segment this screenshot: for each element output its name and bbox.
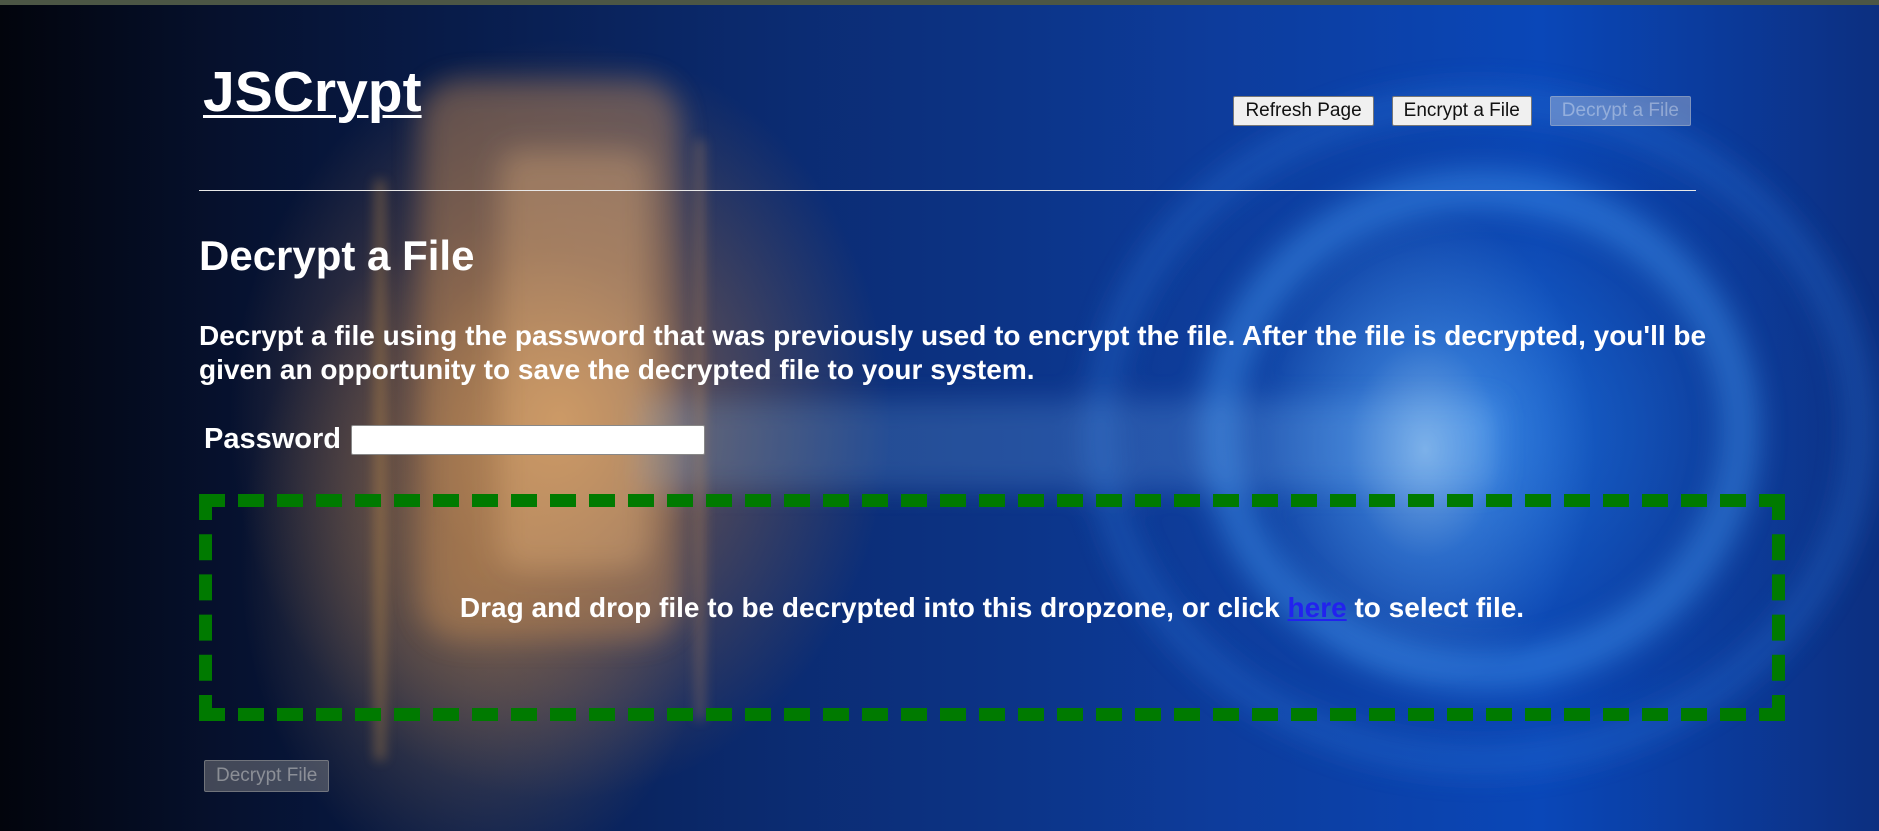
password-label: Password bbox=[204, 423, 341, 455]
page-description: Decrypt a file using the password that w… bbox=[199, 320, 1707, 385]
dropzone-text-before: Drag and drop file to be decrypted into … bbox=[459, 591, 1288, 623]
top-navigation: Refresh Page Encrypt a File Decrypt a Fi… bbox=[1233, 96, 1691, 126]
encrypt-file-nav-button[interactable]: Encrypt a File bbox=[1391, 96, 1532, 126]
decrypt-file-nav-button: Decrypt a File bbox=[1549, 96, 1691, 126]
password-input[interactable] bbox=[351, 424, 705, 455]
header-divider bbox=[199, 190, 1696, 191]
file-dropzone[interactable]: Drag and drop file to be decrypted into … bbox=[199, 494, 1785, 721]
window-top-strip bbox=[0, 0, 1879, 5]
dropzone-instructions: Drag and drop file to be decrypted into … bbox=[460, 592, 1524, 624]
password-row: Password bbox=[204, 423, 705, 456]
page-title: Decrypt a File bbox=[199, 232, 475, 279]
app-logo-link[interactable]: JSCrypt bbox=[203, 64, 422, 121]
refresh-page-button[interactable]: Refresh Page bbox=[1233, 96, 1374, 126]
decrypt-file-button: Decrypt File bbox=[204, 760, 330, 792]
dropzone-text-after: to select file. bbox=[1346, 591, 1525, 623]
select-file-link[interactable]: here bbox=[1288, 592, 1347, 623]
